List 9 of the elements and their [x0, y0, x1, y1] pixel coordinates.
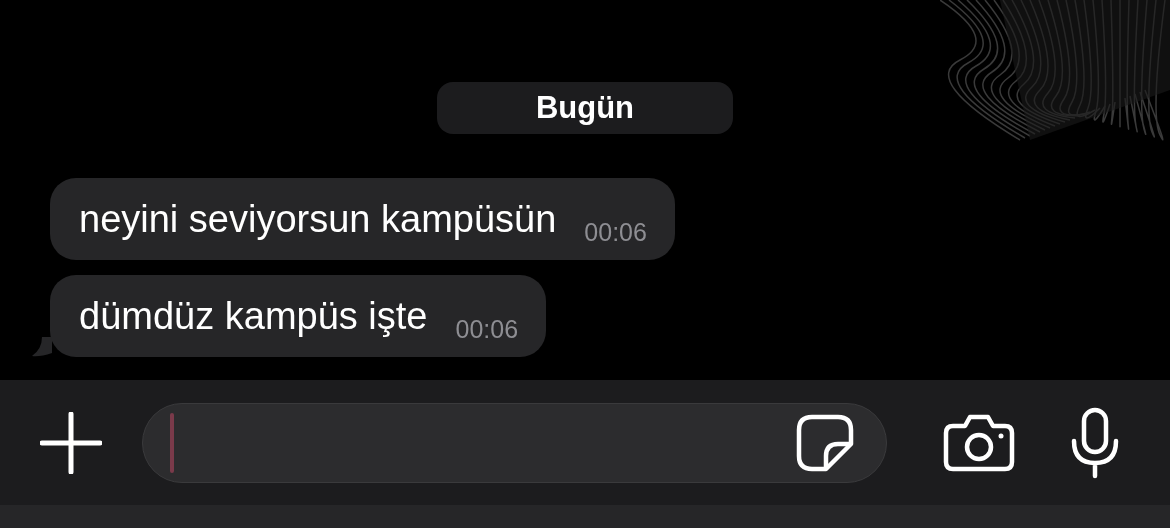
sticker-icon[interactable] [796, 413, 854, 472]
camera-icon[interactable] [943, 413, 1015, 472]
message-text: neyini seviyorsun kampüsün [79, 197, 557, 241]
message-time: 00:06 [584, 217, 647, 247]
message-text: dümdüz kampüs işte [79, 294, 428, 338]
add-icon[interactable] [40, 411, 102, 474]
date-label: Bugün [437, 82, 733, 134]
message-time: 00:06 [455, 314, 519, 344]
microphone-icon[interactable] [1069, 406, 1121, 479]
